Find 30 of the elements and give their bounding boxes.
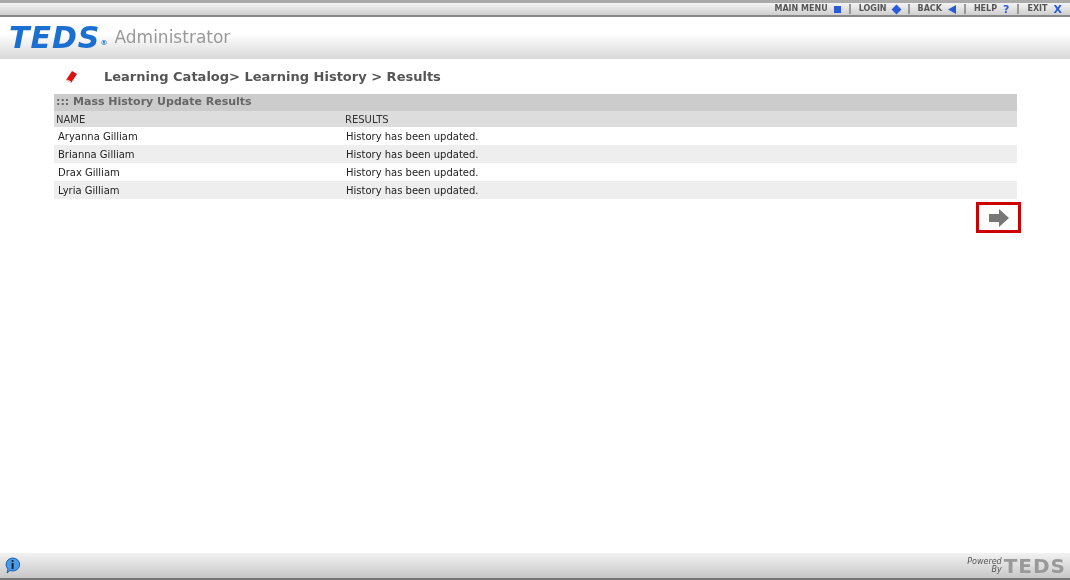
table-cell-text: History has been updated. [345,129,480,144]
table-cell-text: Lyria Gilliam [57,183,121,198]
triangle-left-icon [947,4,956,14]
logo: TEDS$^{®}$ [9,23,109,53]
breadcrumb: Learning Catalog> Learning History > Results [104,68,441,87]
table-cell-text: History has been updated. [345,165,480,180]
arrow-right-icon [987,208,1010,227]
by-label: By [991,565,1002,574]
nav-glyph: X [1053,3,1062,15]
panel-title: ::: Mass History Update Results [54,94,1017,111]
nav-link[interactable]: EXIT X [1027,3,1062,15]
nav-link[interactable]: HELP ? [973,3,1010,15]
column-header: RESULTS [344,112,390,127]
table-cell-text: Aryanna Gilliam [57,129,139,144]
table-cell-text: Drax Gilliam [57,165,121,180]
next-button[interactable] [976,202,1021,233]
powered-label: Powered [967,557,1002,566]
column-header: NAME [55,112,87,127]
info-icon[interactable] [4,557,21,574]
app-subtitle: Administrator [114,26,231,50]
nav-link[interactable]: LOGIN [858,3,900,15]
footer-logo: TEDS [1003,555,1066,576]
table-cell-text: History has been updated. [345,147,480,162]
table-cell-text: History has been updated. [345,183,480,198]
nav-link[interactable]: MAIN MENU [774,3,841,15]
nav-glyph: ? [1003,3,1010,15]
table-cell-text: Brianna Gilliam [57,147,136,162]
nav-link[interactable]: BACK [917,3,956,15]
book-icon [64,70,78,84]
square-icon [833,5,841,13]
